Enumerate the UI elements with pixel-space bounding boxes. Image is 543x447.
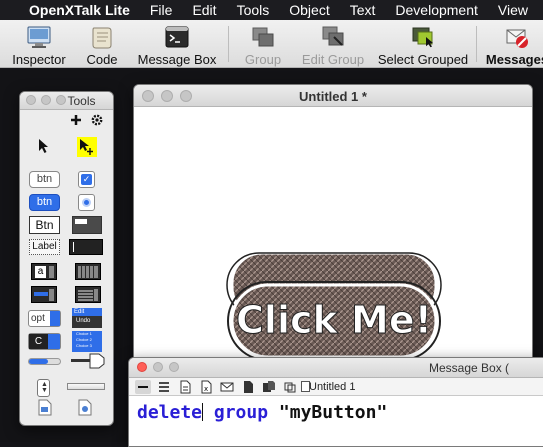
rectangle-graphic-tool[interactable]	[67, 383, 105, 390]
global-variables-icon[interactable]: x	[198, 380, 214, 394]
messages-button[interactable]: Messages	[482, 22, 543, 68]
edit-tool-selected[interactable]	[77, 137, 97, 157]
multi-line-mode-icon[interactable]	[156, 380, 172, 394]
menu-development[interactable]: Development	[395, 2, 478, 18]
global-properties-icon[interactable]	[177, 380, 193, 394]
scrollbar-slider-tool[interactable]	[70, 352, 106, 370]
gear-icon[interactable]	[91, 114, 103, 126]
close-palette-icon[interactable]	[26, 95, 36, 105]
option-menu-tool[interactable]: opt	[28, 310, 61, 327]
scrolling-field-tool[interactable]: a	[31, 263, 57, 280]
label-field-tool[interactable]: Label	[29, 239, 60, 255]
select-grouped-button[interactable]: Select Grouped	[374, 22, 472, 68]
script-scroll-icon	[92, 27, 112, 49]
message-watcher-icon[interactable]	[282, 380, 298, 394]
combo-box-tool[interactable]: C	[28, 333, 61, 350]
target-stack-name[interactable]: Untitled 1	[309, 381, 355, 393]
browse-tool-arrow-icon[interactable]	[37, 138, 51, 154]
tools-titlebar[interactable]: Tools	[20, 92, 113, 110]
rectangle-button-tool[interactable]: Btn	[29, 216, 60, 234]
click-me-label: Click Me!	[236, 298, 432, 342]
checkbox-tool[interactable]: ✓	[78, 171, 95, 188]
popup-choice-tool[interactable]: Choice 1 Choice 2 Choice 3	[72, 331, 102, 352]
tab-panel-tool[interactable]	[72, 216, 102, 234]
menu-file[interactable]: File	[150, 2, 173, 18]
message-box-mode-bar: x Untitled 1	[129, 378, 543, 396]
zoom-message-box-icon[interactable]	[169, 362, 179, 372]
message-box-window: Message Box ( x Untitled 1 delete group …	[128, 357, 543, 447]
menu-tools[interactable]: Tools	[237, 2, 270, 18]
stack-window-title: Untitled 1 *	[299, 89, 367, 104]
menu-edit[interactable]: Edit	[192, 2, 216, 18]
code-button[interactable]: Code	[78, 22, 126, 68]
svg-text:x: x	[204, 385, 208, 393]
add-icon[interactable]	[70, 114, 82, 126]
command-string-literal: "myButton"	[278, 402, 388, 423]
command-keyword-group: group	[213, 402, 269, 423]
menu-bar: OpenXTalk Lite File Edit Tools Object Te…	[0, 0, 543, 20]
single-line-mode-icon[interactable]	[135, 380, 151, 394]
tools-palette: Tools btn ✓ btn Btn Label a opt Edit Und…	[19, 91, 114, 426]
close-message-box-icon[interactable]	[137, 362, 147, 372]
push-button-tool[interactable]: btn	[29, 171, 60, 188]
front-scripts-icon[interactable]	[240, 380, 256, 394]
radio-button-tool[interactable]	[78, 194, 95, 211]
edit-group-button[interactable]: Edit Group	[296, 22, 370, 68]
menu-text[interactable]: Text	[350, 2, 376, 18]
player-document-icon[interactable]	[78, 399, 92, 416]
message-box-button[interactable]: Message Box	[134, 22, 220, 68]
list-field-tool[interactable]	[31, 286, 57, 303]
pulldown-menu-tool[interactable]: Edit Undo	[72, 308, 102, 328]
tools-title: Tools	[67, 94, 96, 108]
click-me-button[interactable]: Click Me!	[226, 247, 442, 369]
stack-titlebar[interactable]: Untitled 1 *	[134, 85, 532, 107]
menu-app-name[interactable]: OpenXTalk Lite	[29, 2, 130, 18]
group-button[interactable]: Group	[236, 22, 290, 68]
minimize-message-box-icon[interactable]	[153, 362, 163, 372]
progress-bar-tool[interactable]	[28, 358, 61, 365]
pending-messages-icon[interactable]	[219, 380, 235, 394]
image-document-icon[interactable]	[38, 399, 52, 416]
toolbar-separator	[476, 26, 477, 62]
default-button-tool[interactable]: btn	[29, 194, 60, 211]
main-toolbar: Inspector Code Message Box Group Edit Gr…	[0, 20, 543, 68]
menu-object[interactable]: Object	[289, 2, 329, 18]
inspector-button[interactable]: Inspector	[4, 22, 74, 68]
messages-off-icon	[506, 29, 528, 48]
table-field-tool[interactable]	[75, 263, 101, 280]
menu-view[interactable]: View	[498, 2, 528, 18]
message-box-titlebar[interactable]: Message Box (	[129, 358, 543, 378]
text-entry-field-tool[interactable]	[69, 239, 103, 255]
select-grouped-icon	[412, 27, 433, 48]
terminal-icon	[165, 26, 189, 48]
command-keyword-delete: delete	[137, 402, 203, 423]
toolbar-separator	[228, 26, 229, 62]
group-icon	[252, 27, 274, 47]
stepper-arrows-tool[interactable]: ▲ ▼	[37, 379, 50, 397]
message-box-title: Message Box (	[429, 361, 510, 375]
back-scripts-icon[interactable]	[261, 380, 277, 394]
message-box-input[interactable]: delete group "myButton"	[137, 402, 387, 423]
data-grid-tool[interactable]	[75, 286, 101, 303]
edit-group-icon	[322, 26, 344, 46]
edit-pointer-icon	[80, 139, 93, 155]
inspector-icon	[27, 26, 51, 48]
